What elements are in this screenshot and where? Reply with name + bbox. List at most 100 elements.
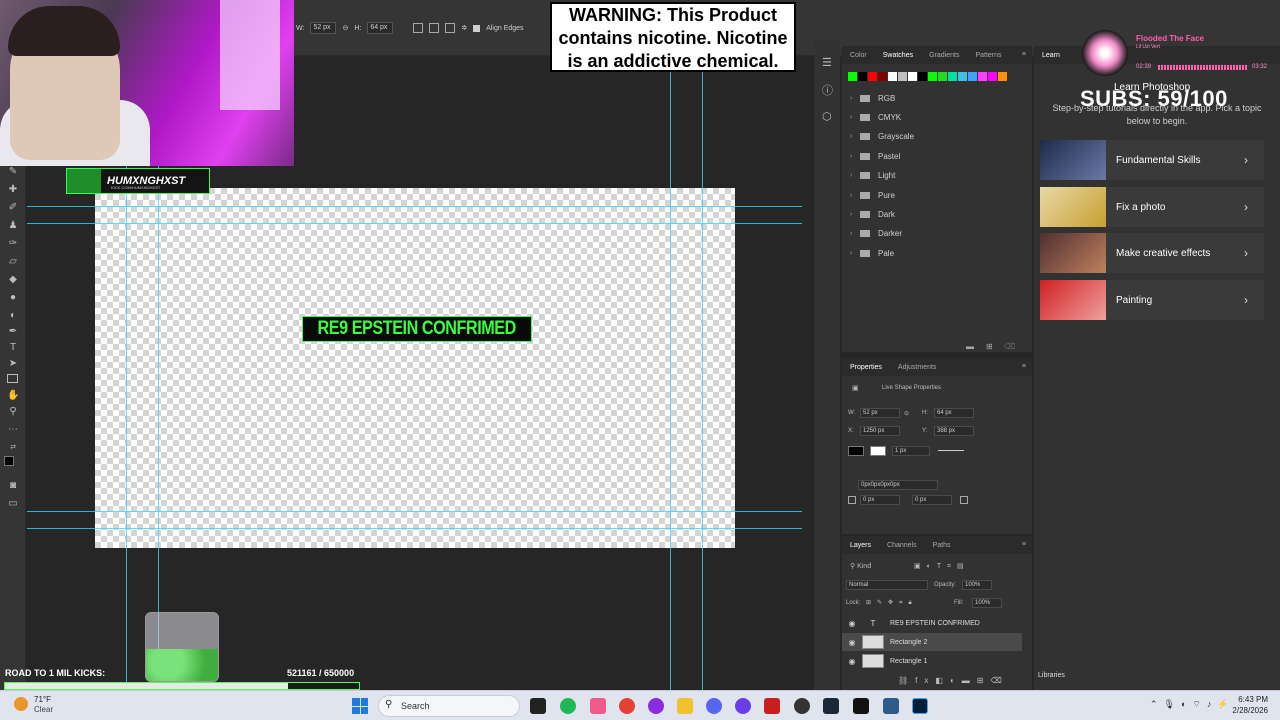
opacity-field[interactable]: 100% bbox=[962, 580, 992, 590]
h-field[interactable]: 64 px bbox=[934, 408, 974, 418]
link-icon[interactable]: ⊝ bbox=[904, 410, 909, 417]
learn-card-creative-effects[interactable]: Make creative effects › bbox=[1040, 233, 1264, 273]
stroke-width-field[interactable]: 1 px bbox=[892, 446, 930, 456]
tab-swatches[interactable]: Swatches bbox=[875, 52, 921, 59]
eraser-tool-icon[interactable]: ▱ bbox=[7, 256, 19, 268]
pen-tool-icon[interactable]: ✒ bbox=[7, 326, 19, 338]
tab-gradients[interactable]: Gradients bbox=[921, 52, 967, 59]
discord-icon[interactable] bbox=[706, 698, 722, 714]
fill-swatch[interactable] bbox=[848, 446, 864, 456]
screen-mode-icon[interactable]: ▭ bbox=[7, 498, 19, 510]
libraries-tab[interactable]: Libraries bbox=[1038, 672, 1065, 679]
align-edges-checkbox[interactable] bbox=[473, 24, 481, 32]
swatch-folder[interactable]: › Pastel bbox=[850, 152, 900, 161]
blend-mode-dropdown[interactable]: Normal bbox=[846, 580, 928, 590]
hand-tool-icon[interactable]: ✋ bbox=[7, 390, 19, 402]
clock-date[interactable]: 2/28/2026 bbox=[1222, 706, 1268, 715]
stroke-type-line[interactable] bbox=[938, 450, 964, 451]
fill-field[interactable]: 100% bbox=[972, 598, 1002, 608]
chevron-right-icon[interactable]: › bbox=[850, 192, 858, 199]
color-swatch[interactable] bbox=[988, 72, 997, 81]
color-swatch[interactable] bbox=[858, 72, 867, 81]
x-field[interactable]: 1250 px bbox=[860, 426, 900, 436]
swatch-folder[interactable]: › Grayscale bbox=[850, 132, 914, 141]
blur-tool-icon[interactable]: ● bbox=[7, 292, 19, 304]
learn-card-painting[interactable]: Painting › bbox=[1040, 280, 1264, 320]
file-explorer-icon[interactable] bbox=[677, 698, 693, 714]
chevron-right-icon[interactable]: › bbox=[850, 114, 858, 121]
new-group-icon[interactable]: ▬ bbox=[966, 342, 974, 351]
app-icon[interactable] bbox=[764, 698, 780, 714]
chevron-right-icon[interactable]: › bbox=[850, 250, 858, 257]
swatch-folder[interactable]: › Darker bbox=[850, 229, 902, 238]
color-swatch[interactable] bbox=[998, 72, 1007, 81]
tab-patterns[interactable]: Patterns bbox=[967, 52, 1009, 59]
panel-menu-icon[interactable]: ≡ bbox=[1022, 363, 1026, 370]
info-icon[interactable]: ⓘ bbox=[822, 82, 833, 98]
app-icon[interactable] bbox=[883, 698, 899, 714]
color-swatch[interactable] bbox=[928, 72, 937, 81]
eyedropper-tool-icon[interactable]: ✎ bbox=[7, 166, 19, 178]
width-field[interactable]: 52 px bbox=[310, 22, 337, 34]
layer-action-icons[interactable]: ⛓fx◧◐▬⊞⌫ bbox=[898, 676, 1009, 685]
color-swatch[interactable] bbox=[978, 72, 987, 81]
color-swatch[interactable] bbox=[938, 72, 947, 81]
corner-radius-field[interactable]: 0px0px0px0px bbox=[858, 480, 938, 490]
3d-icon[interactable]: ⬡ bbox=[822, 110, 832, 123]
spotify-icon[interactable] bbox=[560, 698, 576, 714]
color-swatch[interactable] bbox=[968, 72, 977, 81]
path-arrangement-icon[interactable] bbox=[445, 23, 456, 33]
brush-tool-icon[interactable]: ✐ bbox=[7, 202, 19, 214]
tab-color[interactable]: Color bbox=[842, 52, 875, 59]
headline-text-layer[interactable]: RE9 EPSTEIN CONFRIMED bbox=[302, 316, 532, 342]
chrome-icon[interactable] bbox=[619, 698, 635, 714]
windows-start-icon[interactable] bbox=[352, 698, 368, 714]
layer-row[interactable]: ◉ T RE9 EPSTEIN CONFRIMED bbox=[842, 614, 1022, 632]
chevron-right-icon[interactable]: › bbox=[850, 133, 858, 140]
task-view-icon[interactable] bbox=[530, 698, 546, 714]
swatch-folder[interactable]: › Light bbox=[850, 171, 895, 180]
filter-kind-dropdown[interactable]: ⚲ Kind bbox=[850, 562, 871, 570]
terminal-icon[interactable] bbox=[853, 698, 869, 714]
lock-icons[interactable]: ⊞✎✥⌗🔒︎ bbox=[866, 599, 918, 607]
clone-stamp-tool-icon[interactable]: ♟ bbox=[7, 220, 19, 232]
w-field[interactable]: 52 px bbox=[860, 408, 900, 418]
taskbar-search[interactable]: ⚲ Search bbox=[378, 695, 520, 717]
swatch-folder[interactable]: › Pale bbox=[850, 249, 894, 258]
swatch-folder[interactable]: › RGB bbox=[850, 94, 895, 103]
document-canvas[interactable] bbox=[95, 188, 735, 548]
color-swatch[interactable] bbox=[948, 72, 957, 81]
tab-adjustments[interactable]: Adjustments bbox=[890, 364, 945, 371]
color-swatch[interactable] bbox=[888, 72, 897, 81]
link-icon[interactable]: ⊝ bbox=[342, 24, 348, 32]
layer-row[interactable]: ◉ Rectangle 2 bbox=[842, 633, 1022, 651]
weather-temperature[interactable]: 71°F bbox=[34, 695, 51, 704]
swatch-folder[interactable]: › Dark bbox=[850, 210, 895, 219]
path-alignment-icon[interactable] bbox=[429, 23, 440, 33]
swap-colors-icon[interactable]: ⇄ bbox=[7, 442, 19, 454]
corner-radius-1[interactable]: 0 px bbox=[860, 495, 900, 505]
corner-radius-2[interactable]: 0 px bbox=[912, 495, 952, 505]
learn-card-fix-a-photo[interactable]: Fix a photo › bbox=[1040, 187, 1264, 227]
new-swatch-icon[interactable]: ⊞ bbox=[986, 342, 993, 351]
history-brush-tool-icon[interactable]: ✑ bbox=[7, 238, 19, 250]
layer-filter-icons[interactable]: ▣◐T⌗▤ bbox=[914, 562, 970, 571]
layer-row[interactable]: ◉ Rectangle 1 bbox=[842, 652, 1022, 670]
browser-icon[interactable] bbox=[648, 698, 664, 714]
dodge-tool-icon[interactable]: ◐ bbox=[7, 310, 19, 322]
history-icon[interactable]: ☰ bbox=[822, 56, 832, 69]
chevron-right-icon[interactable]: › bbox=[850, 153, 858, 160]
weather-description[interactable]: Clear bbox=[34, 705, 53, 714]
color-swatch[interactable] bbox=[958, 72, 967, 81]
chevron-right-icon[interactable]: › bbox=[850, 95, 858, 102]
foreground-color-swatch[interactable] bbox=[4, 456, 14, 466]
path-operations-icon[interactable] bbox=[413, 23, 424, 33]
height-field[interactable]: 64 px bbox=[367, 22, 394, 34]
path-selection-tool-icon[interactable]: ➤ bbox=[7, 358, 19, 370]
zoom-tool-icon[interactable]: ⚲ bbox=[7, 406, 19, 418]
photoshop-icon[interactable] bbox=[912, 698, 928, 714]
more-tools-icon[interactable]: ⋯ bbox=[7, 424, 19, 436]
weather-icon[interactable] bbox=[14, 697, 28, 711]
quick-mask-icon[interactable]: ◙ bbox=[7, 480, 19, 492]
gear-icon[interactable]: ✲ bbox=[461, 24, 467, 32]
